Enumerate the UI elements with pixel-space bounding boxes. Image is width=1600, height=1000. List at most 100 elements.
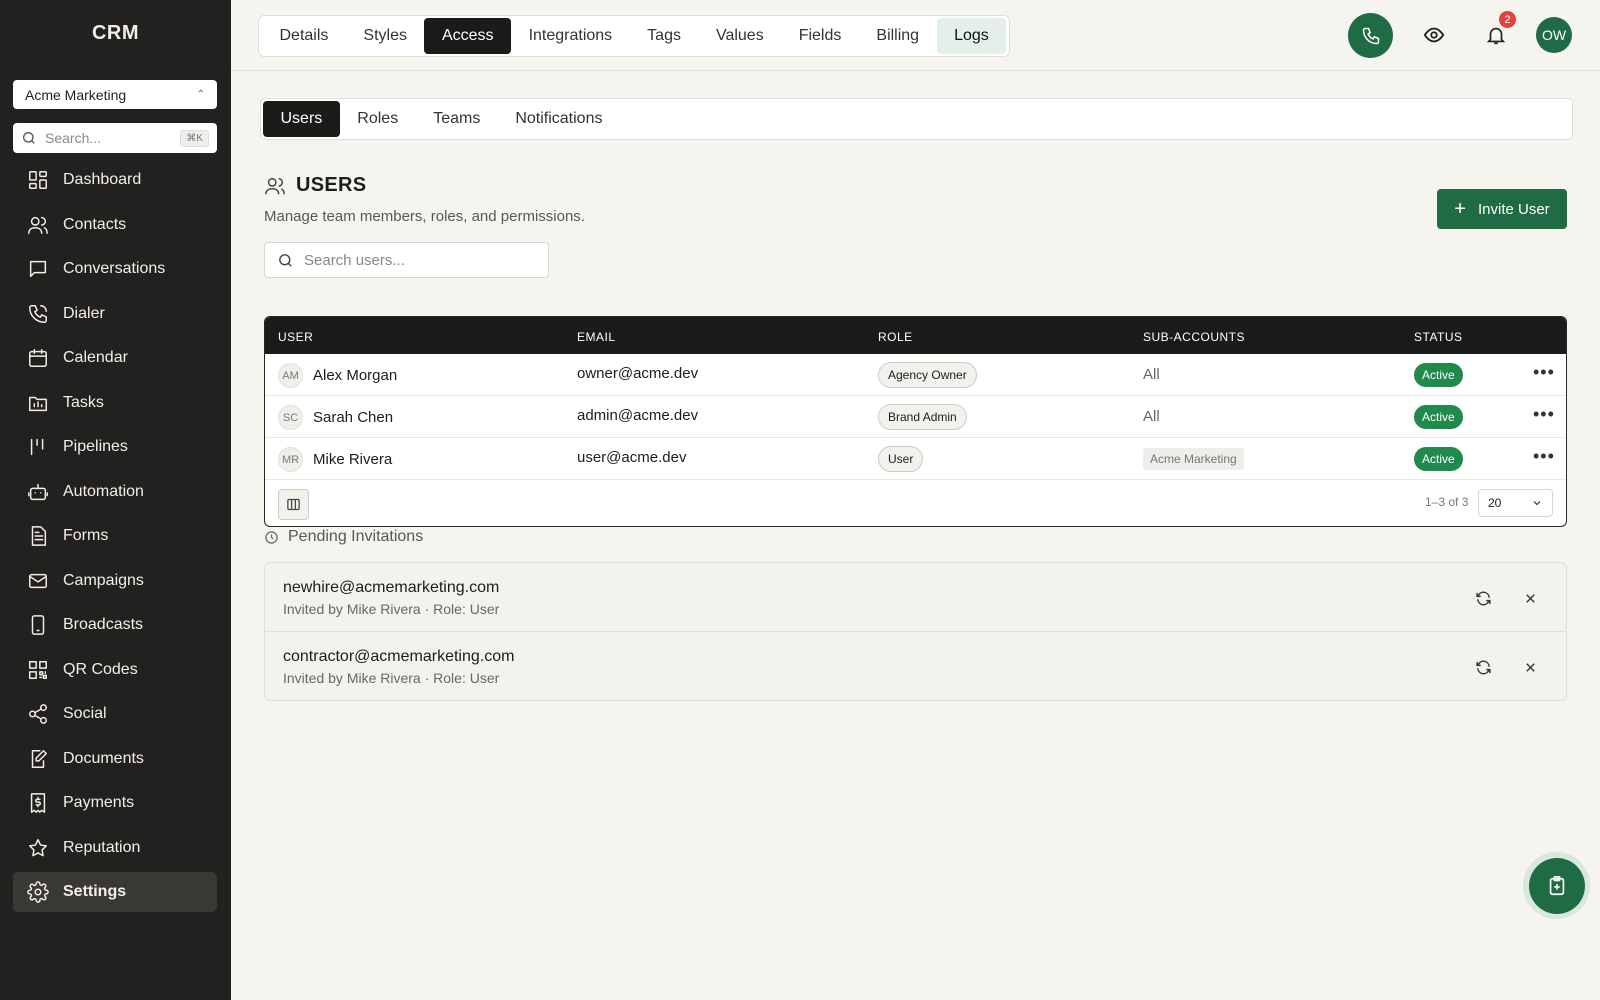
page-subtitle: Manage team members, roles, and permissi… [264,208,585,225]
tab-styles[interactable]: Styles [346,18,425,54]
subtab-teams[interactable]: Teams [416,101,498,137]
preview-button[interactable] [1419,20,1449,50]
table-row[interactable]: SC Sarah Chen admin@acme.dev Brand Admin All… [265,396,1566,438]
tab-integrations[interactable]: Integrations [511,18,630,54]
sidebar-item-label: Forms [63,527,109,544]
revoke-invite-button[interactable] [1519,656,1541,678]
column-header-sub-accounts[interactable]: SUB-ACCOUNTS [1143,330,1245,344]
sidebar-item-label: Settings [63,883,127,900]
table-header: USER EMAIL ROLE SUB-ACCOUNTS STATUS [265,317,1566,354]
sidebar-item-label: Dashboard [63,171,142,188]
clipboard-plus-icon [1549,875,1564,895]
quick-add-button[interactable] [1528,857,1585,914]
status-badge: Active [1414,447,1463,471]
tab-logs[interactable]: Logs [936,18,1007,54]
invite-user-button[interactable]: + Invite User [1437,189,1567,229]
chevron-down-icon [1533,501,1541,506]
dashboard-icon [29,171,47,189]
call-button[interactable] [1348,13,1393,58]
sidebar-item-campaigns[interactable]: Campaigns [13,561,217,601]
column-header-status[interactable]: STATUS [1414,330,1463,344]
sidebar-item-calendar[interactable]: Calendar [13,338,217,378]
more-options-icon[interactable]: ••• [1533,446,1555,467]
form-icon [31,526,47,546]
gear-icon [27,881,49,903]
tab-details[interactable]: Details [262,18,346,54]
clock-icon [265,530,278,544]
subtab-users[interactable]: Users [263,101,340,137]
list-item: contractor@acmemarketing.com Invited by M… [265,632,1566,701]
table-row[interactable]: AM Alex Morgan owner@acme.dev Agency Owner A… [265,354,1566,396]
sidebar-item-label: Automation [63,482,144,500]
tab-billing[interactable]: Billing [859,18,937,54]
chevron-updown-icon: ⌃ [196,89,205,100]
invite-email: contractor@acmemarketing.com [283,648,515,665]
close-icon [1525,593,1535,603]
resend-invite-button[interactable] [1472,656,1494,678]
column-header-user[interactable]: USER [278,330,313,344]
search-icon [279,253,292,267]
sidebar-nav: Dashboard Contacts Conversations Dialer Cale… [13,160,217,917]
sidebar-item-documents[interactable]: Documents [13,739,217,779]
column-toggle-button[interactable] [278,489,309,520]
users-header: USERS [264,174,366,197]
tab-tags[interactable]: Tags [630,18,699,54]
tab-values[interactable]: Values [698,18,781,54]
subtab-roles[interactable]: Roles [340,101,416,137]
table-footer: 1–3 of 3 20 [265,480,1566,525]
user-email: admin@acme.dev [577,407,699,424]
avatar: MR [278,447,303,472]
role-badge: Brand Admin [878,404,967,430]
contacts-icon [28,216,48,234]
notification-badge: 2 [1499,11,1516,28]
settings-tabs: Details Styles Access Integrations Tags Value… [258,15,1011,57]
sidebar-item-reputation[interactable]: Reputation [13,828,217,868]
sidebar-item-dashboard[interactable]: Dashboard [13,160,217,200]
sidebar-item-tasks[interactable]: Tasks [13,383,217,423]
sidebar-item-conversations[interactable]: Conversations [13,249,217,289]
user-cell: SC Sarah Chen [278,405,393,430]
sidebar-item-forms[interactable]: Forms [13,516,217,556]
table-row[interactable]: MR Mike Rivera user@acme.dev User Acme Marke… [265,438,1566,480]
sub-accounts-value: All [1143,408,1160,425]
sidebar-item-broadcasts[interactable]: Broadcasts [13,605,217,645]
user-email: owner@acme.dev [577,365,699,382]
sidebar-item-dialer[interactable]: Dialer [13,294,217,334]
sidebar-item-social[interactable]: Social [13,694,217,734]
table-body: AM Alex Morgan owner@acme.dev Agency Owner A… [265,354,1566,480]
user-search-input[interactable]: Search users... [264,242,549,278]
invite-email: newhire@acmemarketing.com [283,579,500,596]
tab-fields[interactable]: Fields [781,18,859,54]
page-size-select[interactable]: 20 [1478,489,1553,517]
sidebar-item-qr-codes[interactable]: QR Codes [13,650,217,690]
sidebar-item-label: Tasks [63,393,104,411]
tab-access[interactable]: Access [424,18,512,54]
more-options-icon[interactable]: ••• [1533,404,1555,425]
list-item: newhire@acmemarketing.com Invited by Mike… [265,563,1566,632]
users-icon [265,177,285,194]
sidebar-item-automation[interactable]: Automation [13,472,217,512]
sidebar-search-placeholder: Search... [45,130,102,146]
resend-invite-button[interactable] [1472,587,1494,609]
sidebar-item-settings[interactable]: Settings [13,872,217,912]
subtab-notifications[interactable]: Notifications [498,101,620,137]
mobile-icon [31,615,45,635]
fab-ring [1523,852,1590,919]
column-header-role[interactable]: ROLE [878,330,913,344]
sidebar-search-input[interactable]: Search... ⌘K [13,123,217,153]
revoke-invite-button[interactable] [1519,587,1541,609]
column-header-email[interactable]: EMAIL [577,330,616,344]
brand-logo: CRM [91,22,140,44]
sidebar-item-contacts[interactable]: Contacts [13,205,217,245]
access-subtabs: Users Roles Teams Notifications [260,98,1573,140]
account-selector[interactable]: Acme Marketing ⌃ [13,80,217,109]
user-avatar[interactable]: OW [1536,17,1572,53]
sidebar-item-payments[interactable]: Payments [13,783,217,823]
more-options-icon[interactable]: ••• [1533,362,1555,383]
invite-meta: Invited by Mike Rivera · Role: User [283,670,500,686]
pending-invitations-list: newhire@acmemarketing.com Invited by Mike… [264,562,1567,701]
sidebar-item-label: Pipelines [63,438,128,455]
sidebar-item-pipelines[interactable]: Pipelines [13,427,217,467]
pending-invitations-header: Pending Invitations [264,528,423,546]
chat-icon [29,260,47,278]
